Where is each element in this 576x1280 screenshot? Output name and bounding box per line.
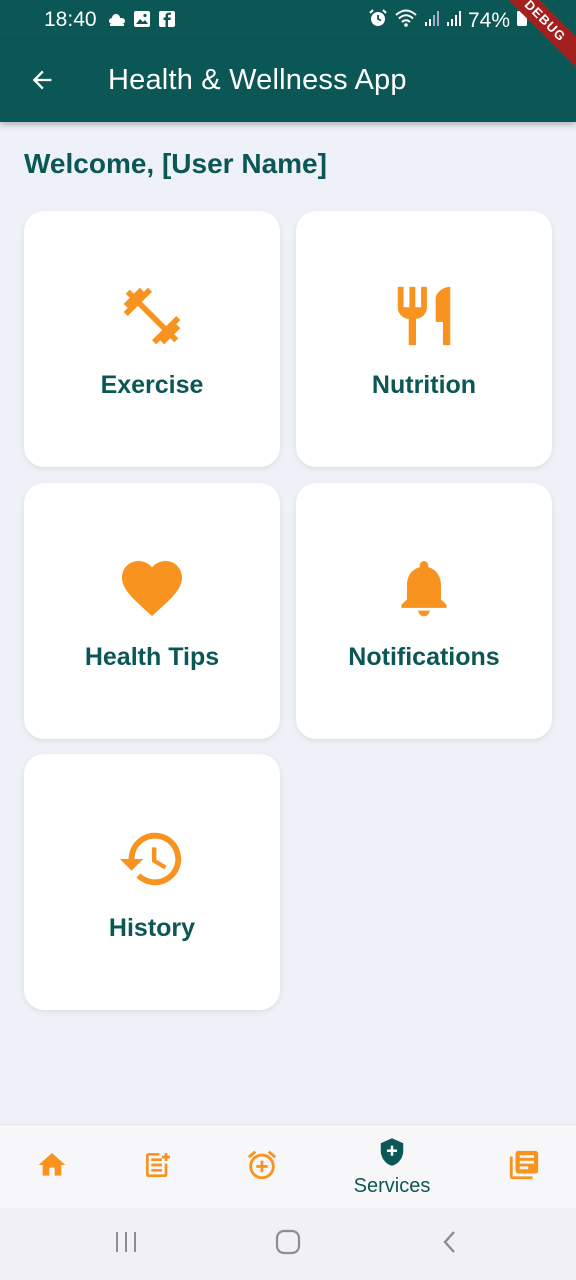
wifi-icon [394,8,418,34]
nav-add-alarm[interactable] [240,1125,284,1209]
weather-icon [108,11,126,34]
gallery-icon [133,10,151,34]
battery-percentage: 74% [467,9,510,32]
library-books-icon [507,1148,541,1187]
card-exercise[interactable]: Exercise [24,211,280,467]
alarm-icon [368,8,388,34]
dumbbell-icon [24,281,280,351]
card-history[interactable]: History [24,754,280,1010]
status-left-icons [108,10,176,34]
bell-icon [296,553,552,623]
page-title: Health & Wellness App [108,64,407,96]
nav-label-services: Services [353,1175,431,1197]
facebook-icon [158,10,176,34]
card-label: Nutrition [371,371,477,399]
app-bar: Health & Wellness App [0,40,576,122]
status-bar: 18:40 74% [0,0,576,40]
card-label: Exercise [100,371,204,399]
card-label: Health Tips [84,643,220,671]
system-back-button[interactable] [430,1228,470,1260]
card-label: History [108,914,196,942]
back-chevron-icon [440,1229,460,1260]
signal-icon [446,9,462,33]
home-circle-icon [275,1229,301,1260]
signal-icon [424,9,440,33]
history-icon [24,824,280,894]
arrow-back-icon [28,66,56,99]
recents-icon [113,1230,139,1259]
nav-services[interactable]: Services [342,1125,442,1209]
system-navigation-bar [0,1208,576,1280]
status-time: 18:40 [44,8,97,31]
nav-note-add[interactable] [136,1125,180,1209]
add-alarm-icon [245,1148,279,1187]
shield-plus-icon [377,1136,407,1173]
nav-home[interactable] [30,1125,74,1209]
card-label: Notifications [348,643,500,671]
fork-knife-icon [296,281,552,351]
note-add-icon [142,1149,174,1186]
heart-icon [24,553,280,623]
recents-button[interactable] [106,1228,146,1260]
card-nutrition[interactable]: Nutrition [296,211,552,467]
back-button[interactable] [20,60,64,104]
welcome-text: Welcome, [User Name] [24,148,327,179]
card-notifications[interactable]: Notifications [296,483,552,739]
nav-library[interactable] [502,1125,546,1209]
card-health-tips[interactable]: Health Tips [24,483,280,739]
system-home-button[interactable] [268,1228,308,1260]
status-right-icons: 74% [368,8,528,34]
home-icon [36,1149,68,1186]
bottom-navigation: Services [0,1124,576,1209]
